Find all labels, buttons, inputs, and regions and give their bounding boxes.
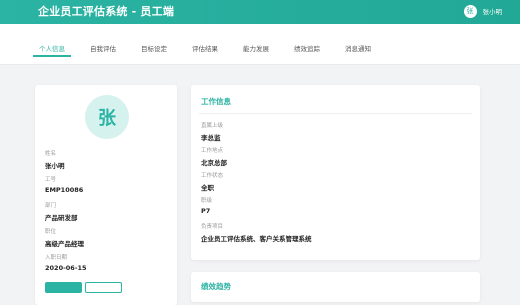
tab-personal-info[interactable]: 个人信息 <box>33 43 71 63</box>
user-name[interactable]: 张小明 <box>483 6 503 16</box>
field-value: 张小明 <box>45 162 65 170</box>
profile-primary-button[interactable] <box>45 282 82 293</box>
tab-notifications[interactable]: 消息通知 <box>340 43 376 63</box>
work-field-status: 工作状态 全职 <box>201 171 223 192</box>
field-value: 2020-06-15 <box>45 264 87 272</box>
tab-self-assessment[interactable]: 自我评估 <box>85 43 121 63</box>
field-value: 产品研发部 <box>45 214 78 222</box>
work-field-level: 职级 P7 <box>201 196 212 215</box>
field-label: 部门 <box>45 203 57 209</box>
field-value: 高级产品经理 <box>45 240 84 248</box>
info-value: 全职 <box>201 184 214 192</box>
info-value: 北京总部 <box>201 159 227 167</box>
profile-field-department: 部门 产品研发部 <box>45 201 78 222</box>
profile-field-position: 职位 高级产品经理 <box>45 227 84 248</box>
work-info-card: 工作信息 直属上级 李总监 工作地点 北京总部 工作状态 全职 职级 P7 负责… <box>191 85 480 260</box>
profile-secondary-button[interactable] <box>85 282 122 293</box>
field-label: 工号 <box>45 177 57 183</box>
performance-card: 绩效趋势 <box>191 272 480 302</box>
tab-goal-setting[interactable]: 目标设定 <box>136 43 172 63</box>
work-field-location: 工作地点 北京总部 <box>201 146 227 167</box>
user-menu[interactable]: 张 张小明 <box>463 3 503 19</box>
app-title: 企业员工评估系统 - 员工端 <box>38 5 175 18</box>
tab-ability-development[interactable]: 能力发展 <box>238 43 274 63</box>
field-label: 入职日期 <box>45 255 68 261</box>
tab-assessment-results[interactable]: 评估结果 <box>187 43 223 63</box>
info-label: 直属上级 <box>201 123 224 129</box>
profile-field-employee-id: 工号 EMP10086 <box>45 175 83 194</box>
info-value: 李总监 <box>201 134 221 142</box>
main-navigation: 个人信息 自我评估 目标设定 评估结果 能力发展 绩效追踪 消息通知 <box>0 24 520 65</box>
tab-performance-tracking[interactable]: 绩效追踪 <box>289 43 325 63</box>
field-value: EMP10086 <box>45 186 84 194</box>
work-field-supervisor: 直属上级 李总监 <box>201 121 223 142</box>
info-value: 企业员工评估系统、客户关系管理系统 <box>201 235 312 243</box>
info-label: 职级 <box>201 198 213 204</box>
info-label: 负责项目 <box>201 224 224 230</box>
info-label: 工作地点 <box>201 148 224 154</box>
work-field-projects: 负责项目 企业员工评估系统、客户关系管理系统 <box>201 222 312 243</box>
profile-field-hire-date: 入职日期 2020-06-15 <box>45 253 87 272</box>
field-label: 职位 <box>45 229 57 235</box>
profile-avatar: 张 <box>85 95 129 139</box>
section-divider <box>199 113 472 114</box>
profile-card: 张 姓名 张小明 工号 EMP10086 部门 产品研发部 职位 高级产品经理 … <box>35 85 177 305</box>
info-label: 工作状态 <box>201 173 224 179</box>
work-info-title: 工作信息 <box>201 97 231 106</box>
user-avatar[interactable]: 张 <box>463 4 477 18</box>
field-label: 姓名 <box>45 151 57 157</box>
top-header: 企业员工评估系统 - 员工端 张 张小明 <box>0 0 520 24</box>
performance-title: 绩效趋势 <box>201 282 231 291</box>
profile-field-name: 姓名 张小明 <box>45 149 65 170</box>
info-value: P7 <box>201 207 211 215</box>
